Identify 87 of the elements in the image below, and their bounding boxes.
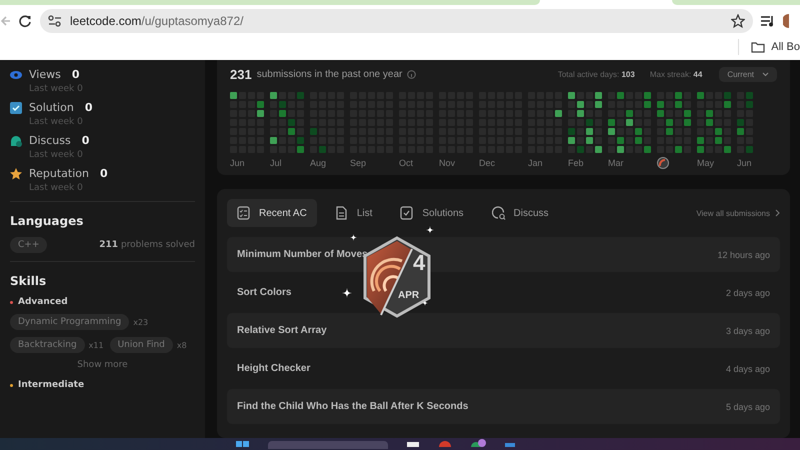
avatar-icon[interactable] <box>783 14 789 28</box>
submissions-caption: submissions in the past one year <box>256 68 402 80</box>
submission-time: 5 days ago <box>726 402 770 412</box>
list-tab-icon <box>334 206 349 220</box>
tab[interactable]: Solutions <box>390 199 474 227</box>
tab[interactable]: List <box>324 199 382 227</box>
submission-count: 231 <box>230 66 252 82</box>
discuss-tab-icon <box>492 206 506 220</box>
site-settings-icon[interactable] <box>48 15 62 27</box>
playlist-icon[interactable] <box>761 15 775 27</box>
view-all-link[interactable]: View all submissions <box>696 208 780 218</box>
solutions-tab-icon <box>400 206 414 220</box>
url-text: leetcode.com/u/guptasomya872/ <box>70 14 244 28</box>
submission-row[interactable]: Find the Child Who Has the Ball After K Seconds 5 days ago <box>227 389 780 424</box>
section-title: Languages <box>10 214 84 228</box>
submission-row[interactable]: Relative Sort Array 3 days ago <box>227 313 780 348</box>
sparkle-icon <box>342 288 352 298</box>
solution-icon <box>10 102 22 114</box>
submission-time: 2 days ago <box>726 288 770 298</box>
problem-title: Height Checker <box>237 363 310 374</box>
stat-value: 0 <box>100 167 108 180</box>
medal-icon <box>657 156 669 168</box>
reload-icon[interactable] <box>18 14 32 28</box>
active-days-stat: Total active days: 103 <box>558 70 635 78</box>
submission-time: 12 hours ago <box>717 250 770 260</box>
skill-tag[interactable]: Dynamic Programming <box>10 314 130 330</box>
stat-value: 0 <box>82 134 90 147</box>
skill-level: Intermediate <box>18 380 84 390</box>
browser-icon[interactable] <box>438 438 452 447</box>
last-week-stat: Last week 0 <box>29 183 84 193</box>
skill-tag[interactable]: Backtracking <box>10 337 85 353</box>
star-icon[interactable] <box>731 14 745 28</box>
tab[interactable]: Discuss <box>482 199 559 227</box>
problem-title: Sort Colors <box>237 287 292 298</box>
stat-label: Reputation <box>29 167 89 180</box>
last-week-stat: Last week 0 <box>29 84 84 94</box>
month-label: Jun <box>230 158 245 168</box>
month-label: Aug <box>310 158 326 168</box>
skill-level: Advanced <box>18 297 68 307</box>
language-tag: C++ <box>10 237 48 253</box>
chevron-down-icon <box>762 72 769 76</box>
month-label: Oct <box>399 158 414 168</box>
section-title: Skills <box>10 274 48 288</box>
skill-count: x11 <box>88 340 104 350</box>
chat-app-icon[interactable] <box>470 438 486 447</box>
problem-title: Relative Sort Array <box>237 325 327 336</box>
address-bar[interactable]: leetcode.com/u/guptasomya872/ <box>40 9 753 33</box>
info-icon <box>407 70 416 78</box>
ac-tab-icon <box>237 206 251 220</box>
last-week-stat: Last week 0 <box>29 150 84 160</box>
last-week-stat: Last week 0 <box>29 117 84 127</box>
chevron-right-icon <box>775 209 780 217</box>
month-label: Nov <box>439 158 456 168</box>
month-label: Jan <box>528 158 543 168</box>
problem-title: Find the Child Who Has the Ball After K Seconds <box>237 401 468 412</box>
month-label: Mar <box>608 158 624 168</box>
month-label: Sep <box>350 158 366 168</box>
discuss-icon <box>10 134 22 146</box>
month-label: Dec <box>479 158 496 168</box>
badge-month: APR <box>398 290 420 301</box>
sparkle-icon <box>350 234 357 241</box>
skill-count: x8 <box>176 340 187 350</box>
problems-solved-text: 211 problems solved <box>99 240 195 250</box>
windows-start-icon[interactable] <box>236 438 250 447</box>
month-label: Feb <box>568 158 584 168</box>
sparkle-icon <box>426 226 434 234</box>
stat-value: 0 <box>72 68 80 81</box>
skill-tag[interactable]: Union Find <box>110 337 173 353</box>
sparkle-icon <box>422 300 428 306</box>
stat-label: Solution <box>29 101 74 114</box>
month-label: Jun <box>737 158 752 168</box>
period-dropdown[interactable]: Current <box>719 66 777 82</box>
show-more-link[interactable]: Show more <box>10 360 195 370</box>
bookmark-folder[interactable]: All Bo <box>771 41 800 53</box>
max-streak-stat: Max streak: 44 <box>650 70 702 78</box>
views-icon <box>10 68 22 80</box>
stat-label: Discuss <box>29 134 71 147</box>
stat-value: 0 <box>84 101 92 114</box>
submission-time: 3 days ago <box>726 326 770 336</box>
month-label: Jul <box>270 158 282 168</box>
submission-time: 4 days ago <box>726 364 770 374</box>
tab[interactable]: Recent AC <box>227 199 317 227</box>
folder-icon[interactable] <box>751 42 766 52</box>
reputation-icon <box>10 168 22 180</box>
stat-label: Views <box>29 68 61 81</box>
skill-count: x23 <box>133 318 148 326</box>
month-label: May <box>697 158 714 168</box>
